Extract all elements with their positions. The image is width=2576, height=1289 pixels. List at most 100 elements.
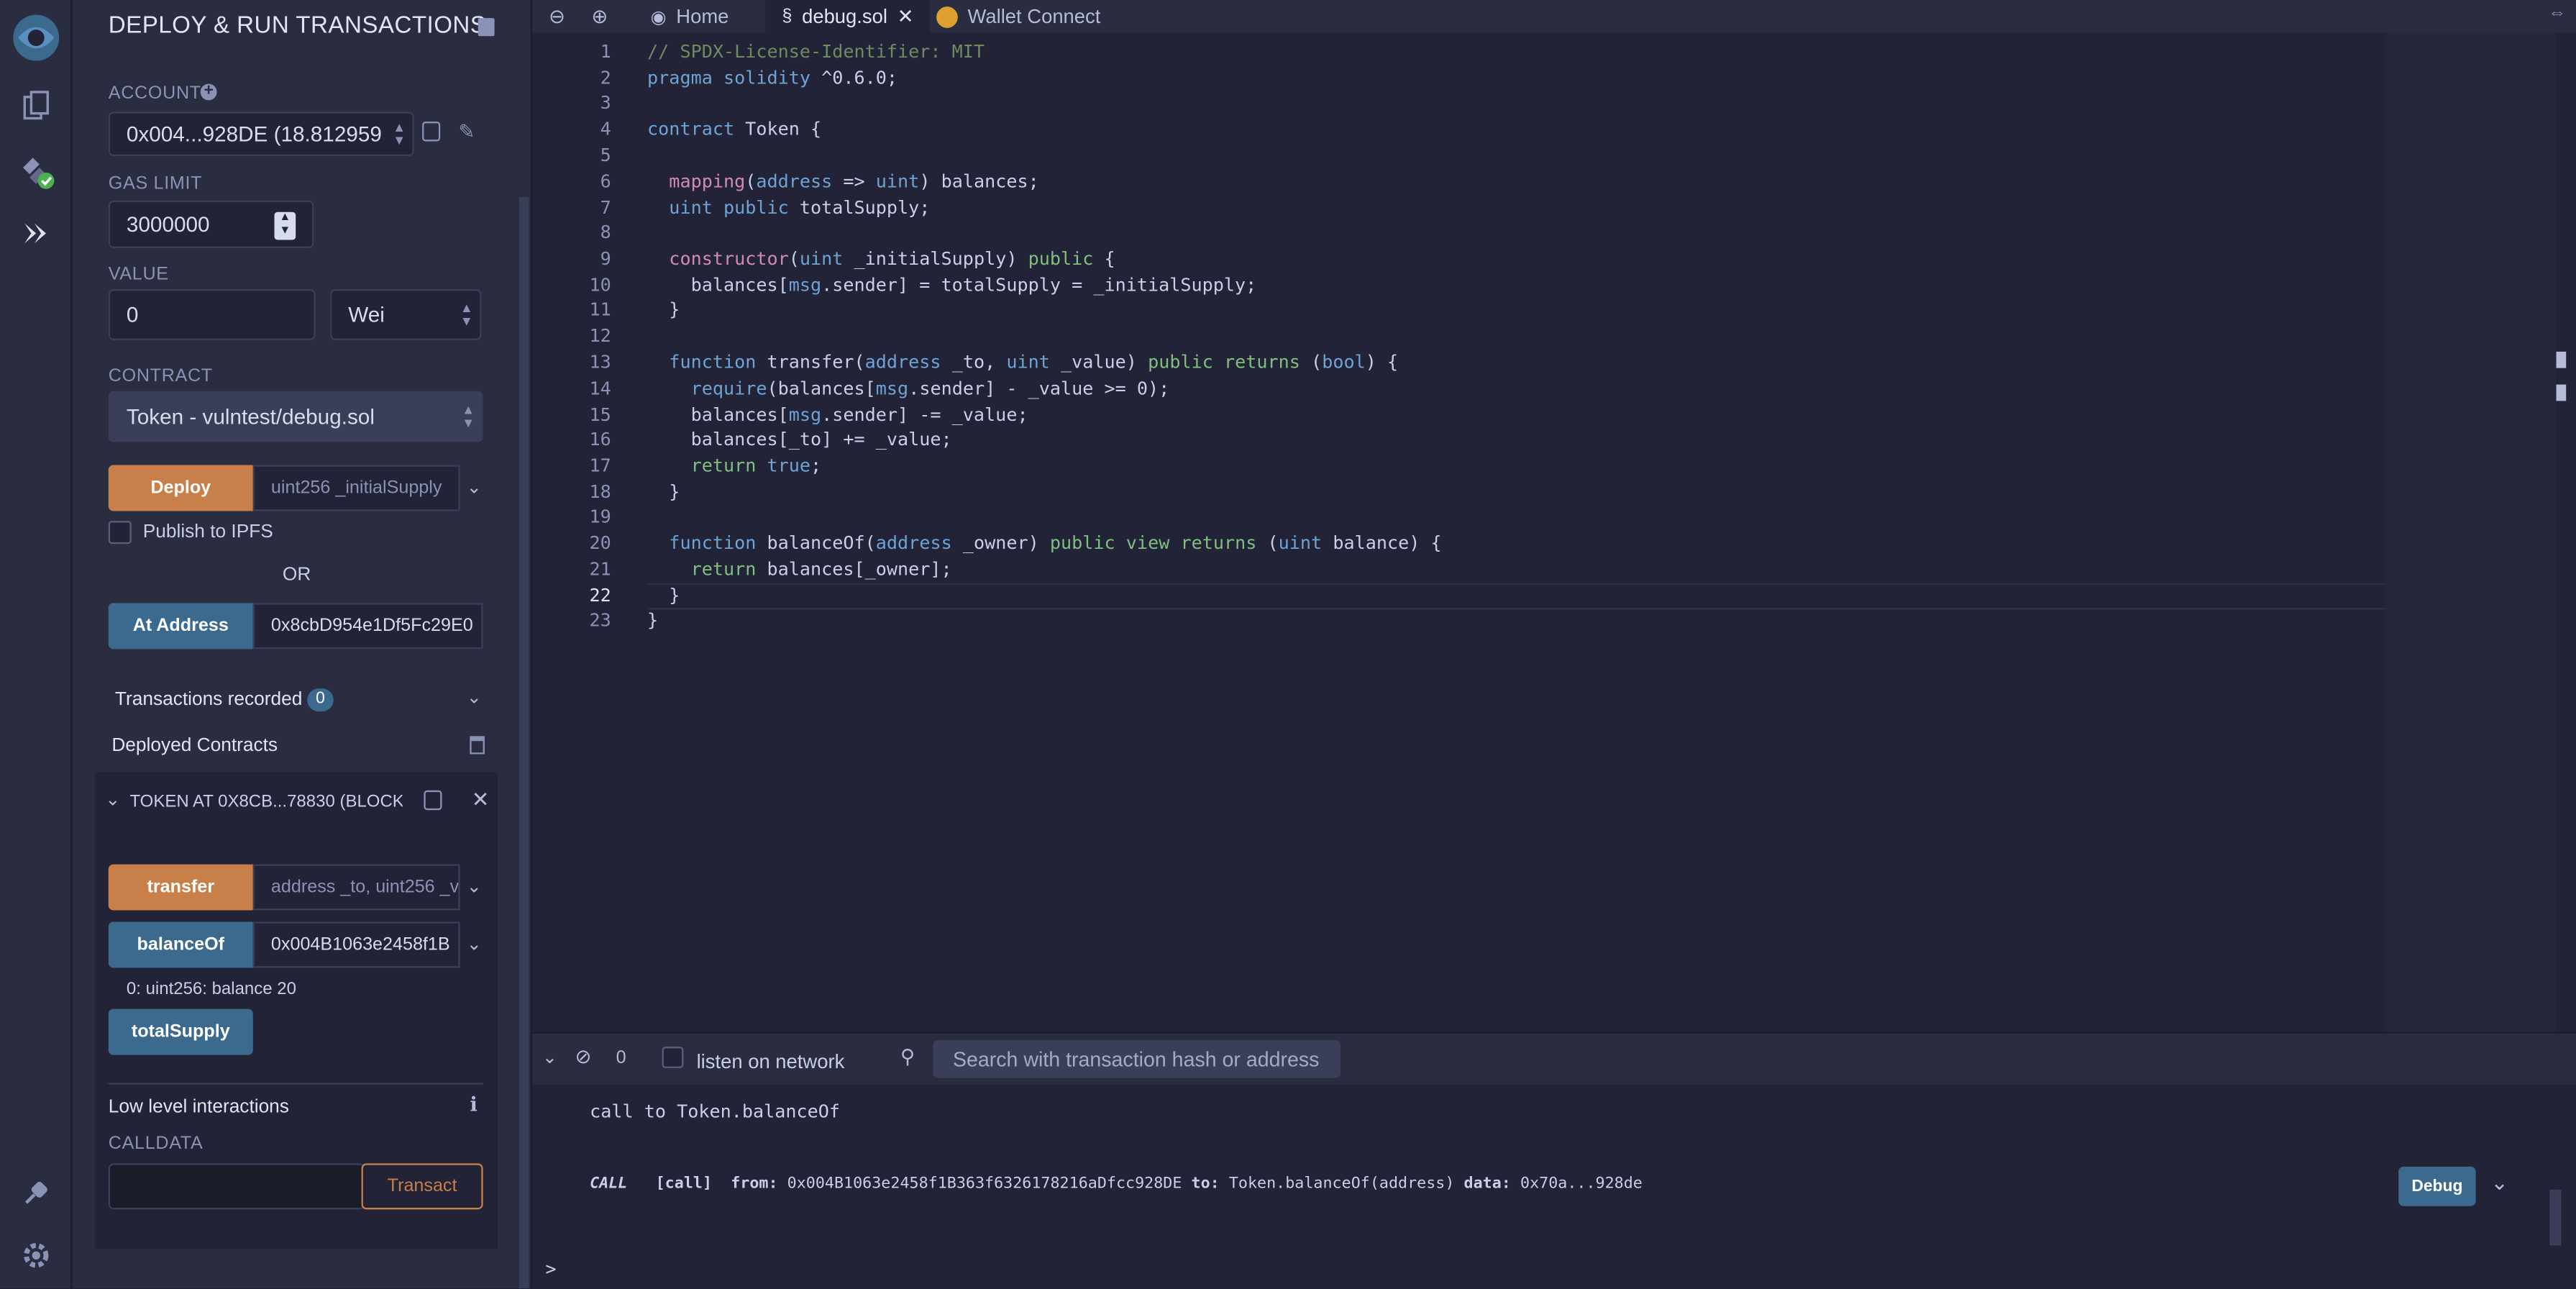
remix-logo-icon[interactable]	[6, 10, 65, 66]
tab-home[interactable]: ◉ Home	[637, 0, 741, 33]
deploy-args-input[interactable]: uint256 _initialSupply	[252, 465, 460, 511]
panel-scrollbar[interactable]	[519, 197, 529, 1288]
code-line-20: function balanceOf(address _owner) publi…	[647, 532, 1442, 554]
line-number: 2	[600, 67, 611, 89]
balanceof-result: 0: uint256: balance 20	[126, 979, 296, 999]
line-number: 3	[600, 91, 611, 114]
minimap[interactable]	[2385, 32, 2557, 1032]
publish-ipfs-checkbox[interactable]	[108, 521, 132, 545]
select-arrows-icon: ▲ ▼	[460, 299, 473, 328]
line-number: 7	[600, 197, 611, 219]
account-select[interactable]: 0x004...928DE (18.812959 ▲ ▼	[108, 111, 414, 157]
value-unit-select[interactable]: Wei ▲ ▼	[330, 289, 482, 340]
close-icon[interactable]: ✕	[472, 787, 490, 814]
listen-network-checkbox[interactable]	[662, 1047, 684, 1068]
value-input[interactable]: 0	[108, 289, 316, 340]
line-number: 17	[589, 455, 611, 477]
line-number: 11	[589, 299, 611, 321]
totalsupply-button[interactable]: totalSupply	[108, 1008, 253, 1055]
terminal-search-input[interactable]: Search with transaction hash or address	[933, 1040, 1341, 1078]
edit-account-icon[interactable]: ✎	[458, 120, 475, 143]
current-line-highlight	[647, 583, 2385, 610]
collapse-terminal-icon[interactable]: ⌄	[542, 1047, 557, 1067]
docs-icon[interactable]	[478, 18, 495, 37]
zoom-out-icon[interactable]: ⊖	[549, 5, 565, 28]
code-line-16: balances[_to] += _value;	[647, 429, 952, 450]
line-number: 23	[589, 609, 611, 632]
terminal-scrollbar[interactable]	[2549, 1189, 2562, 1246]
line-number: 6	[600, 170, 611, 193]
terminal-prompt[interactable]: >	[545, 1259, 556, 1280]
tab-home-label: Home	[676, 4, 729, 28]
balanceof-button[interactable]: balanceOf	[108, 921, 253, 968]
terminal-toolbar: ⌄ ⊘ 0 listen on network ⚲ Search with tr…	[532, 1031, 2576, 1085]
plugin-manager-icon[interactable]	[17, 1173, 56, 1213]
chevron-down-icon[interactable]: ⌄	[467, 687, 482, 708]
transactions-count-badge: 0	[307, 688, 334, 712]
copy-account-icon[interactable]	[422, 122, 441, 142]
chevron-down-icon[interactable]: ⌄	[467, 876, 482, 897]
calldata-input[interactable]	[108, 1163, 365, 1210]
to-value: Token.balanceOf(address)	[1228, 1175, 1455, 1193]
debug-button[interactable]: Debug	[2398, 1166, 2476, 1206]
settings-gear-icon[interactable]	[17, 1236, 56, 1275]
line-number: 15	[589, 404, 611, 426]
line-number: 10	[589, 274, 611, 296]
code-line-6: mapping(address => uint) balances;	[647, 170, 1039, 193]
clear-console-icon[interactable]: ⊘	[575, 1045, 592, 1068]
from-label: from:	[731, 1175, 778, 1193]
at-address-button[interactable]: At Address	[108, 603, 253, 650]
line-number: 22	[589, 585, 611, 606]
or-label: OR	[282, 565, 311, 586]
to-label: to:	[1191, 1175, 1220, 1193]
chevron-down-icon[interactable]: ⌄	[2490, 1170, 2508, 1196]
call-tag: CALL	[590, 1175, 628, 1193]
code-line-2: pragma solidity ^0.6.0;	[647, 67, 898, 89]
gas-limit-input[interactable]: 3000000 ▲ ▼	[108, 200, 314, 248]
icon-panel	[0, 0, 73, 1288]
deployed-contracts-label: Deployed Contracts	[111, 736, 278, 756]
transfer-button[interactable]: transfer	[108, 864, 253, 911]
info-icon[interactable]: ℹ	[470, 1093, 477, 1116]
chevron-down-icon[interactable]: ⌄	[467, 476, 482, 498]
solidity-compiler-icon[interactable]	[17, 151, 56, 191]
editor-scroll-marker	[2556, 351, 2567, 368]
divider	[108, 1083, 483, 1085]
zoom-in-icon[interactable]: ⊕	[591, 5, 608, 28]
code-line-23: }	[647, 609, 659, 632]
code-line-13: function transfer(address _to, uint _val…	[647, 351, 1399, 373]
terminal-output: call to Token.balanceOf CALL [call] from…	[532, 1084, 2576, 1288]
instance-title[interactable]: TOKEN AT 0X8CB...78830 (BLOCK	[129, 792, 402, 811]
listen-network-label: listen on network	[696, 1049, 845, 1073]
trash-icon[interactable]	[470, 736, 485, 755]
copy-address-icon[interactable]	[424, 790, 442, 811]
terminal-call-log[interactable]: CALL [call] from: 0x004B1063e2458f1B363f…	[590, 1175, 1643, 1193]
close-icon[interactable]: ✕	[898, 5, 914, 28]
contract-label: CONTRACT	[108, 366, 213, 386]
add-account-icon[interactable]: +	[200, 83, 217, 101]
account-label: ACCOUNT	[108, 83, 201, 104]
balanceof-args-input[interactable]: 0x004B1063e2458f1B	[252, 921, 460, 968]
tab-wallet-connect[interactable]: Wallet Connect	[923, 0, 1114, 33]
stepper-icon[interactable]: ▲ ▼	[274, 211, 296, 240]
from-value: 0x004B1063e2458f1B363f6326178216aDfcc928…	[787, 1175, 1182, 1193]
gas-limit-label: GAS LIMIT	[108, 174, 203, 194]
expand-icon[interactable]: ⇔	[2548, 4, 2566, 23]
at-address-input[interactable]: 0x8cbD954e1Df5Fc29E0	[252, 603, 483, 650]
pending-tx-count: 0	[616, 1048, 626, 1068]
code-line-22: }	[647, 585, 680, 606]
code-line-10: balances[msg.sender] = totalSupply = _in…	[647, 274, 1257, 296]
transfer-args-input[interactable]: address _to, uint256 _v	[252, 864, 460, 911]
value-unit: Wei	[348, 302, 385, 327]
deploy-run-icon[interactable]	[17, 214, 56, 253]
chevron-down-icon[interactable]: ⌄	[105, 789, 120, 810]
chevron-down-icon[interactable]: ⌄	[467, 934, 482, 955]
deploy-button[interactable]: Deploy	[108, 465, 253, 511]
line-number: 21	[589, 558, 611, 580]
contract-select[interactable]: Token - vulntest/debug.sol ▲ ▼	[108, 391, 483, 442]
tab-debug-sol[interactable]: § debug.sol ✕	[765, 0, 931, 33]
file-explorer-icon[interactable]	[17, 86, 56, 125]
transact-button[interactable]: Transact	[361, 1163, 483, 1210]
transactions-recorded-label[interactable]: Transactions recorded	[115, 690, 302, 709]
code-line-9: constructor(uint _initialSupply) public …	[647, 247, 1115, 270]
